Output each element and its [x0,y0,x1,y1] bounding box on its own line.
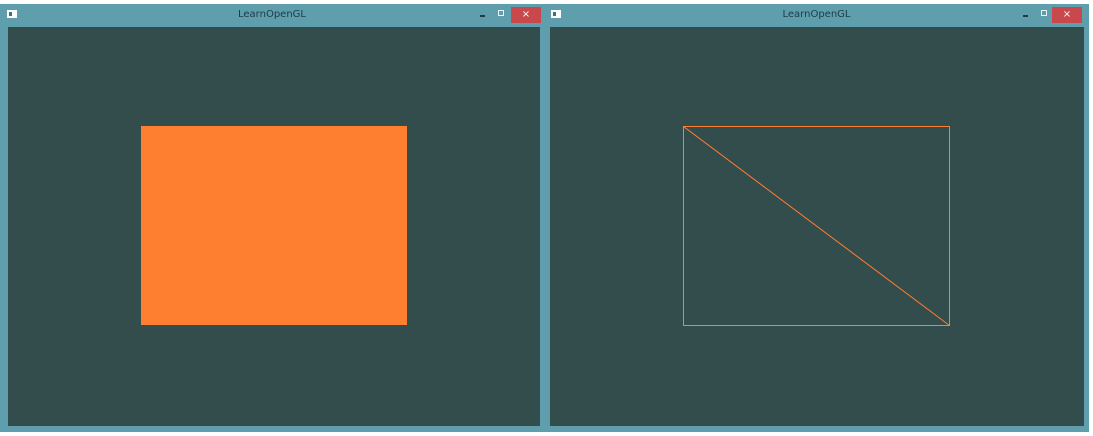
opengl-viewport[interactable] [550,27,1084,426]
maximize-icon[interactable] [493,8,509,20]
filled-rectangle [141,126,407,325]
wireframe-diagonal [683,126,950,326]
opengl-viewport[interactable] [8,27,540,426]
minimize-icon[interactable] [475,8,491,20]
title-bar[interactable]: LearnOpenGL × [544,4,1089,26]
window-title: LearnOpenGL [782,9,851,20]
wireframe-rectangle [683,126,950,326]
window-title: LearnOpenGL [238,9,306,20]
title-bar[interactable]: LearnOpenGL × [0,4,544,26]
close-button[interactable]: × [511,7,541,23]
minimize-icon[interactable] [1018,8,1034,20]
window-wireframe-mode: LearnOpenGL × [544,4,1089,432]
close-button[interactable]: × [1052,7,1082,23]
maximize-icon[interactable] [1036,8,1052,20]
window-fill-mode: LearnOpenGL × [0,4,544,432]
